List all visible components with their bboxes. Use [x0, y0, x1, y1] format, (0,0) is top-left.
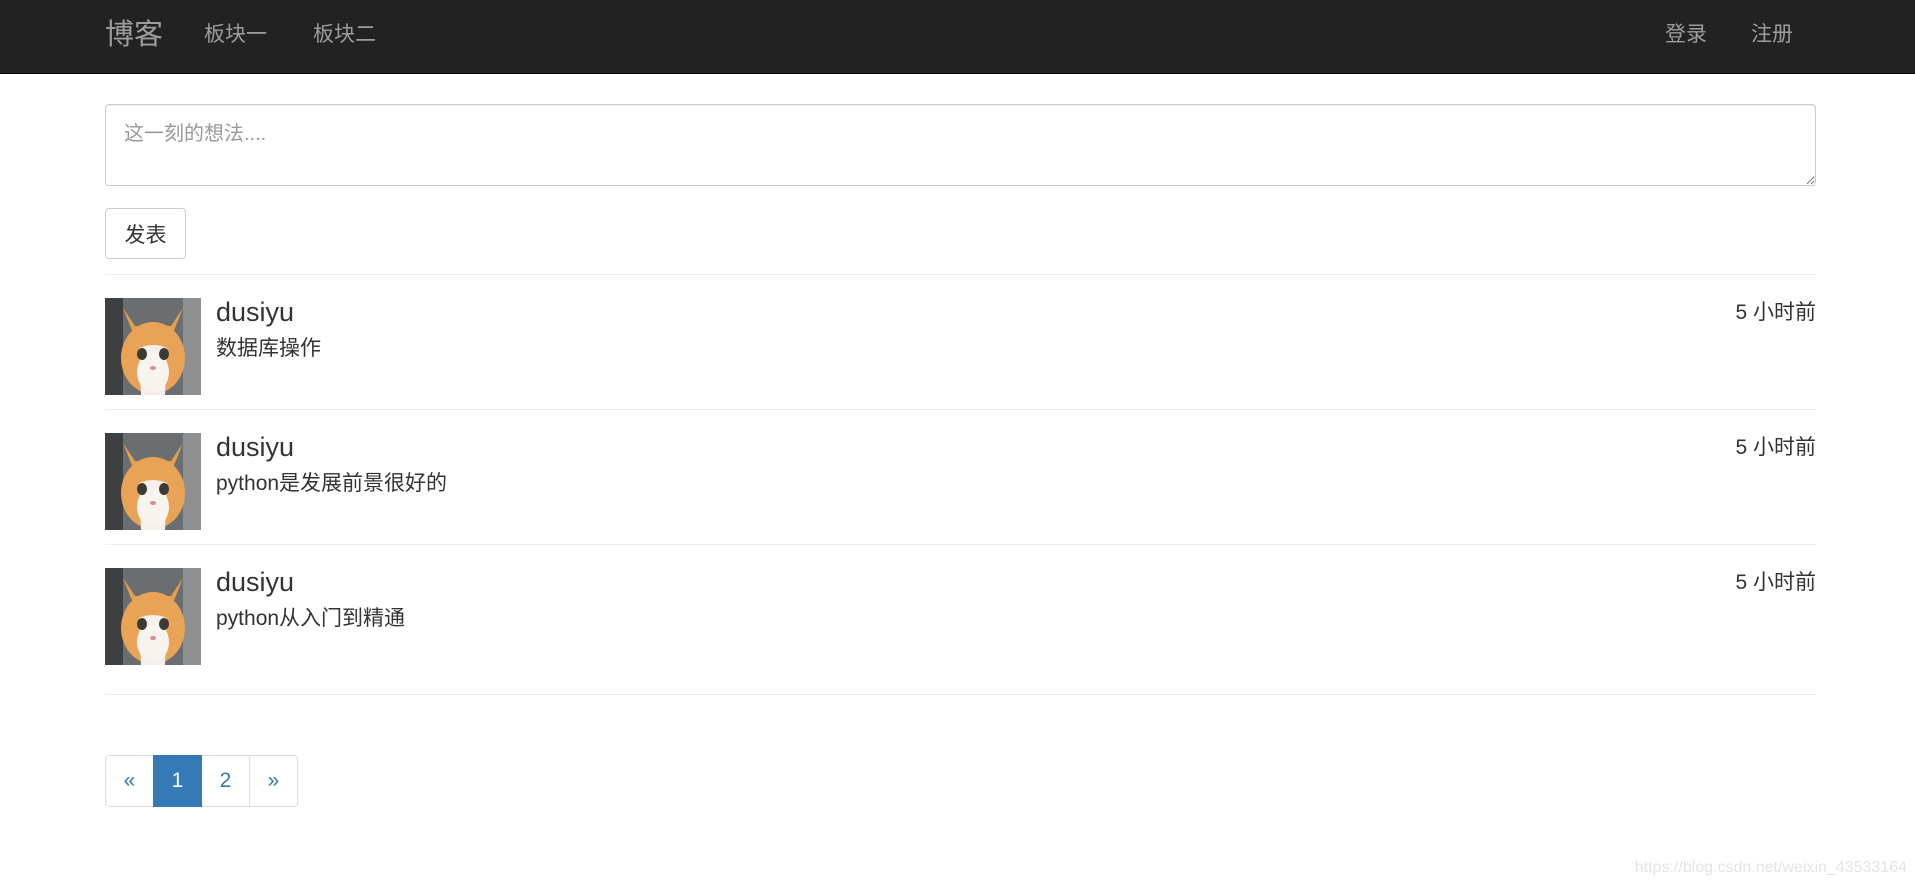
avatar[interactable] [105, 568, 201, 665]
post-author[interactable]: dusiyu [216, 431, 294, 463]
pagination-page-2[interactable]: 2 [201, 755, 250, 807]
nav-section-one[interactable]: 板块一 [204, 21, 267, 49]
nav-sections: 板块一 板块二 [204, 21, 422, 49]
post-item: dusiyu 数据库操作 5 小时前 [105, 296, 1816, 398]
watermark: https://blog.csdn.net/weixin_43533164 [1634, 859, 1907, 876]
divider [105, 409, 1816, 410]
main-container: 发表 dusiyu 数据库操作 5 小时前 [105, 104, 1816, 807]
post-author[interactable]: dusiyu [216, 296, 294, 328]
post-content: python是发展前景很好的 [216, 472, 448, 495]
post-author[interactable]: dusiyu [216, 566, 294, 598]
cat-avatar-image [105, 568, 201, 665]
post-item: dusiyu python是发展前景很好的 5 小时前 [105, 431, 1816, 533]
register-link[interactable]: 注册 [1751, 21, 1793, 49]
cat-avatar-image [105, 298, 201, 395]
post-time: 5 小时前 [1735, 436, 1816, 459]
nav-section-two[interactable]: 板块二 [313, 21, 376, 49]
divider [105, 694, 1816, 695]
login-link[interactable]: 登录 [1665, 21, 1707, 49]
divider [105, 274, 1816, 275]
post-time: 5 小时前 [1735, 301, 1816, 324]
post-input[interactable] [105, 104, 1816, 186]
nav-account: 登录 注册 [1621, 21, 1793, 49]
top-navbar: 博客 板块一 板块二 登录 注册 [0, 0, 1915, 74]
post-content: python从入门到精通 [216, 607, 406, 630]
pagination-next[interactable]: » [249, 755, 298, 807]
pagination-prev[interactable]: « [105, 755, 154, 807]
post-content: 数据库操作 [216, 337, 321, 360]
avatar[interactable] [105, 298, 201, 395]
avatar[interactable] [105, 433, 201, 530]
cat-avatar-image [105, 433, 201, 530]
post-time: 5 小时前 [1735, 571, 1816, 594]
submit-button[interactable]: 发表 [105, 208, 186, 259]
post-item: dusiyu python从入门到精通 5 小时前 [105, 566, 1816, 668]
pagination: « 1 2 » [105, 755, 298, 807]
brand-logo[interactable]: 博客 [105, 17, 163, 53]
divider [105, 544, 1816, 545]
pagination-page-1[interactable]: 1 [153, 755, 202, 807]
